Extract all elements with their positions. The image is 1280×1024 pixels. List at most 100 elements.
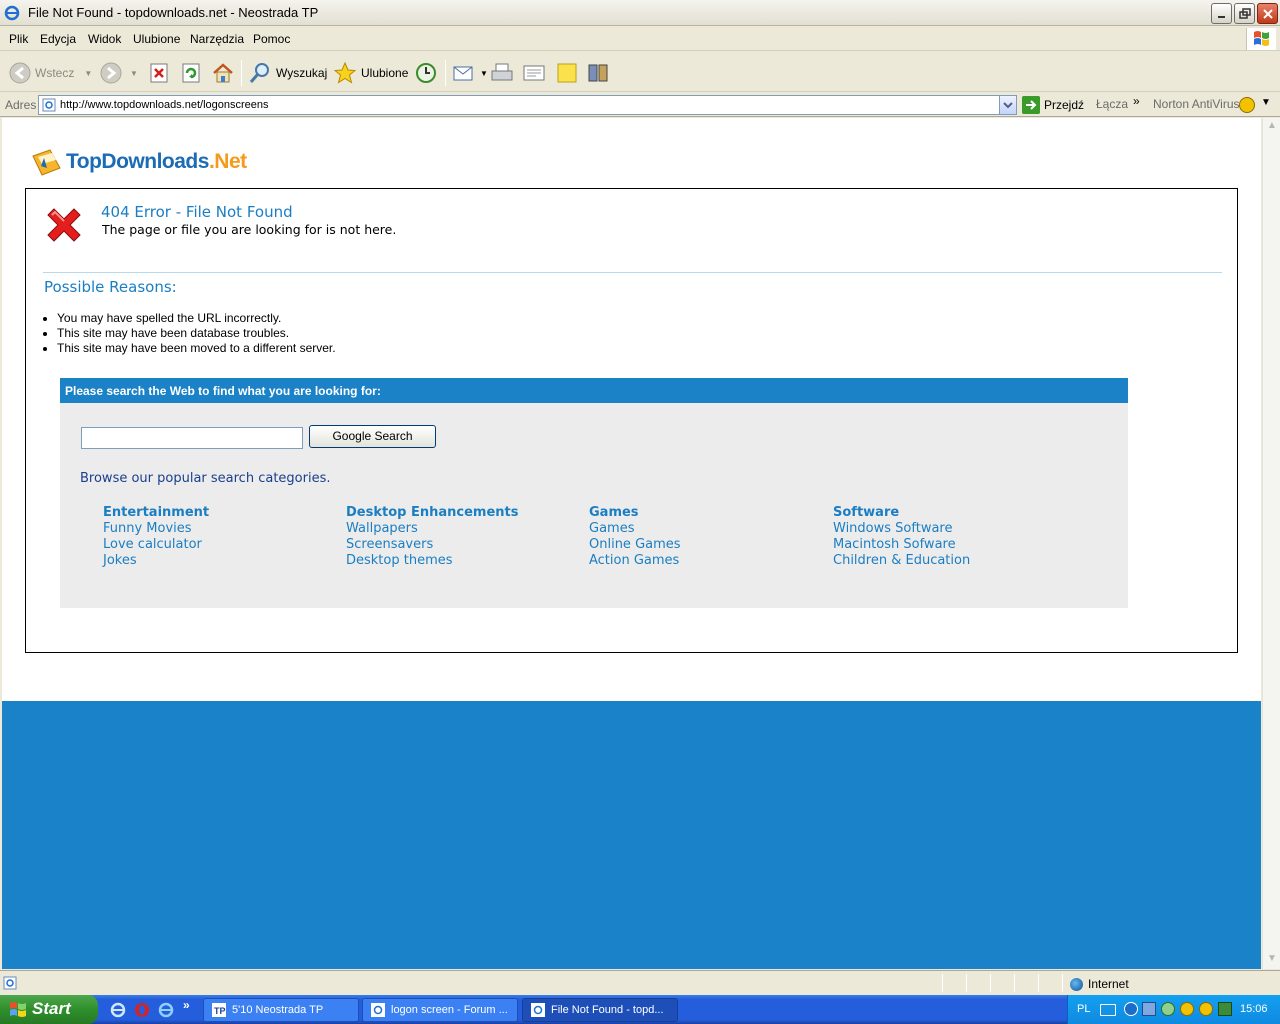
- google-search-button[interactable]: Google Search: [309, 425, 436, 448]
- page-status-icon: [3, 976, 17, 990]
- toolbar: Wstecz ▼ ▼ Wyszukaj Ulubione ▼: [0, 52, 1280, 92]
- favorites-button[interactable]: Ulubione: [333, 60, 408, 86]
- menu-tools[interactable]: Narzędzia: [190, 32, 244, 46]
- task-label: logon screen - Forum ...: [391, 1004, 508, 1016]
- category-link[interactable]: Funny Movies: [103, 521, 209, 537]
- address-input[interactable]: http://www.topdownloads.net/logonscreens: [38, 95, 1017, 115]
- status-divider: [1062, 974, 1063, 992]
- back-dropdown-icon: ▼: [84, 68, 93, 78]
- history-icon: [416, 63, 436, 83]
- address-label: Adres: [5, 98, 37, 112]
- category-games: Games Games Online Games Action Games: [589, 505, 681, 569]
- status-divider: [1038, 974, 1039, 992]
- start-button[interactable]: Start: [0, 995, 98, 1024]
- mail-button[interactable]: ▼: [452, 60, 488, 86]
- category-link[interactable]: Online Games: [589, 537, 681, 553]
- quick-launch-opera-icon[interactable]: [134, 1002, 150, 1018]
- divider: [43, 272, 1222, 273]
- tray-expand-icon[interactable]: [1124, 1002, 1138, 1016]
- tp-icon: TP: [212, 1003, 226, 1017]
- site-logo[interactable]: TopDownloads.Net: [30, 146, 247, 178]
- category-link[interactable]: Screensavers: [346, 537, 518, 553]
- discuss-button[interactable]: [555, 60, 579, 86]
- taskbar-item-active[interactable]: File Not Found - topd...: [522, 998, 678, 1022]
- home-button[interactable]: [211, 60, 235, 86]
- history-button[interactable]: [414, 60, 438, 86]
- norton-tray-icon[interactable]: [1199, 1002, 1213, 1016]
- globe-icon: [1070, 977, 1083, 991]
- quick-launch-more-icon[interactable]: »: [183, 998, 190, 1012]
- category-link[interactable]: Love calculator: [103, 537, 209, 553]
- address-url: http://www.topdownloads.net/logonscreens: [60, 99, 269, 111]
- taskbar: Start » TP 5'10 Neostrada TP logon scree…: [0, 995, 1280, 1024]
- category-link[interactable]: Children & Education: [833, 553, 970, 569]
- category-title[interactable]: Software: [833, 505, 970, 521]
- menu-edit[interactable]: Edycja: [40, 32, 76, 46]
- list-item: This site may have been moved to a diffe…: [57, 341, 336, 356]
- stop-icon: [150, 63, 168, 83]
- refresh-button[interactable]: [180, 60, 202, 86]
- taskbar-item[interactable]: TP 5'10 Neostrada TP: [203, 998, 359, 1022]
- scroll-up-icon[interactable]: ▲: [1267, 120, 1277, 131]
- printer-icon: [491, 63, 513, 81]
- system-tray: PL 15:06: [1067, 995, 1280, 1024]
- refresh-icon: [182, 63, 200, 83]
- category-link[interactable]: Games: [589, 521, 681, 537]
- address-dropdown-button[interactable]: [999, 96, 1016, 114]
- category-link[interactable]: Wallpapers: [346, 521, 518, 537]
- vertical-scrollbar[interactable]: ▲ ▼: [1262, 118, 1280, 969]
- norton-dropdown-icon[interactable]: ▼: [1261, 97, 1271, 108]
- taskbar-item[interactable]: logon screen - Forum ...: [362, 998, 518, 1022]
- error-x-icon: [47, 208, 81, 242]
- edit-button[interactable]: [522, 60, 546, 86]
- category-link[interactable]: Windows Software: [833, 521, 970, 537]
- search-button[interactable]: Wyszukaj: [248, 60, 327, 86]
- restore-button[interactable]: [1234, 3, 1255, 24]
- category-entertainment: Entertainment Funny Movies Love calculat…: [103, 505, 209, 569]
- svg-text:TP: TP: [214, 1006, 226, 1016]
- reasons-list: You may have spelled the URL incorrectly…: [57, 311, 336, 356]
- category-link[interactable]: Action Games: [589, 553, 681, 569]
- category-link[interactable]: Jokes: [103, 553, 209, 569]
- antivirus-tray-icon[interactable]: [1180, 1002, 1194, 1016]
- error-panel: 404 Error - File Not Found The page or f…: [25, 188, 1238, 653]
- connection-icon[interactable]: [1161, 1002, 1175, 1016]
- search-input[interactable]: [81, 427, 303, 449]
- category-title[interactable]: Entertainment: [103, 505, 209, 521]
- keyboard-icon[interactable]: [1100, 1004, 1116, 1016]
- category-link[interactable]: Macintosh Sofware: [833, 537, 970, 553]
- menu-favorites[interactable]: Ulubione: [133, 32, 180, 46]
- logo-text: TopDownloads.Net: [66, 150, 247, 174]
- norton-antivirus-label[interactable]: Norton AntiVirus: [1153, 97, 1240, 111]
- links-label[interactable]: Łącza: [1096, 97, 1128, 111]
- menu-help[interactable]: Pomoc: [253, 32, 290, 46]
- stop-button[interactable]: [148, 60, 170, 86]
- quick-launch-browser-icon[interactable]: [158, 1002, 174, 1018]
- network-icon[interactable]: [1142, 1002, 1156, 1016]
- search-panel-heading: Please search the Web to find what you a…: [60, 378, 1128, 403]
- forward-button[interactable]: ▼: [100, 60, 138, 86]
- language-indicator[interactable]: PL: [1077, 1003, 1090, 1015]
- go-label: Przejdź: [1044, 98, 1085, 112]
- norton-icon[interactable]: [1239, 97, 1255, 113]
- links-chevron-icon[interactable]: »: [1133, 94, 1140, 108]
- go-button[interactable]: Przejdź: [1022, 96, 1084, 114]
- minimize-button[interactable]: [1211, 3, 1232, 24]
- menu-view[interactable]: Widok: [88, 32, 121, 46]
- logo-suffix-text: .Net: [208, 150, 247, 173]
- category-title[interactable]: Desktop Enhancements: [346, 505, 518, 521]
- reasons-heading: Possible Reasons:: [44, 278, 177, 296]
- research-button[interactable]: [586, 60, 610, 86]
- category-title[interactable]: Games: [589, 505, 681, 521]
- status-divider: [966, 974, 967, 992]
- error-subtitle: The page or file you are looking for is …: [102, 222, 397, 237]
- address-bar: Adres http://www.topdownloads.net/logons…: [0, 93, 1280, 117]
- quick-launch-ie-icon[interactable]: [110, 1002, 126, 1018]
- back-button[interactable]: Wstecz ▼: [9, 60, 92, 86]
- scroll-down-icon[interactable]: ▼: [1267, 953, 1277, 964]
- print-button[interactable]: [490, 60, 514, 86]
- category-link[interactable]: Desktop themes: [346, 553, 518, 569]
- close-button[interactable]: [1257, 3, 1278, 24]
- tray-app-icon[interactable]: [1218, 1002, 1232, 1016]
- menu-file[interactable]: Plik: [9, 32, 28, 46]
